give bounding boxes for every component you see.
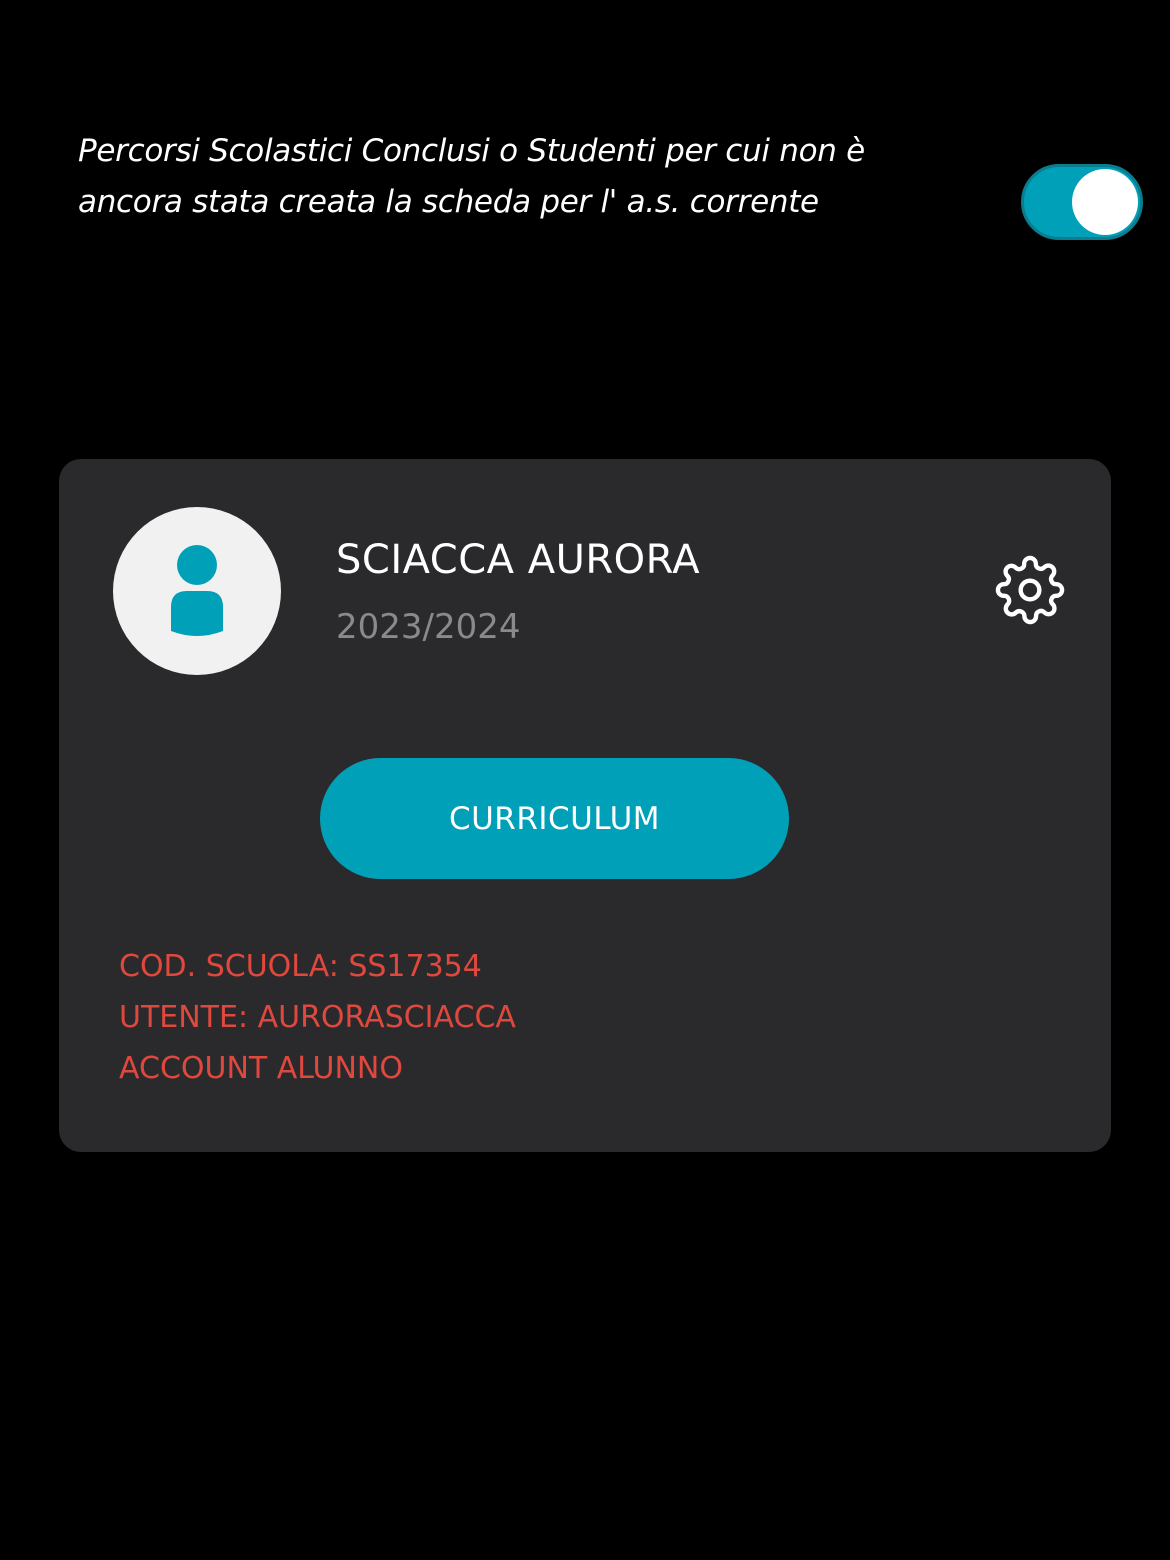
filter-row: Percorsi Scolastici Conclusi o Studenti … (78, 126, 1158, 286)
account-info: COD. SCUOLA: SS17354 UTENTE: AURORASCIAC… (119, 941, 516, 1094)
avatar (113, 507, 281, 675)
account-type: ACCOUNT ALUNNO (119, 1051, 403, 1086)
username: UTENTE: AURORASCIACCA (119, 1000, 516, 1035)
toggle-knob (1072, 169, 1138, 235)
student-name: SCIACCA AURORA (336, 537, 701, 583)
user-icon (171, 545, 223, 636)
school-code: COD. SCUOLA: SS17354 (119, 949, 482, 984)
curriculum-button[interactable]: CURRICULUM (320, 758, 789, 879)
gear-icon (995, 555, 1065, 625)
school-year: 2023/2024 (336, 607, 521, 647)
filter-label: Percorsi Scolastici Conclusi o Studenti … (78, 133, 865, 220)
concluded-paths-toggle[interactable] (1021, 164, 1143, 240)
screen: Percorsi Scolastici Conclusi o Studenti … (0, 0, 1170, 1560)
settings-button[interactable] (995, 555, 1065, 625)
student-card: SCIACCA AURORA 2023/2024 CURRICULUM COD.… (59, 459, 1111, 1152)
